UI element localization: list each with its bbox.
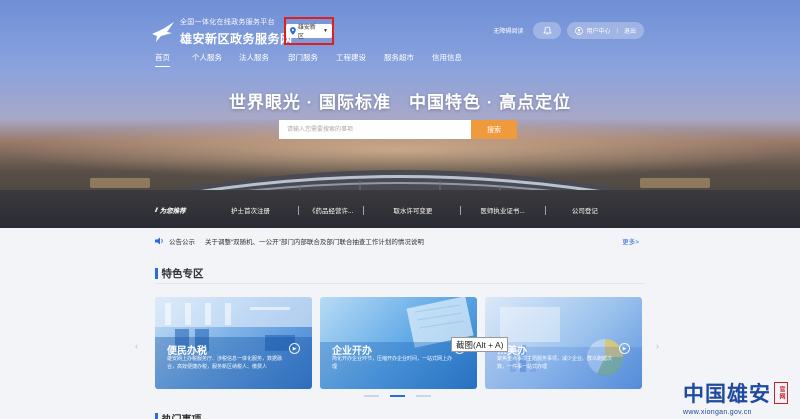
card-description: 简化开办企业环节，压缩开办企业时间，一站式网上办理	[332, 356, 453, 370]
region-label: 雄安新区	[297, 25, 316, 40]
user-menu: 用户中心 | 退出	[567, 22, 644, 39]
user-icon	[575, 26, 584, 35]
highlight-box: 雄安新区 ▼	[284, 17, 334, 45]
nav-department-services[interactable]: 部门服务	[288, 52, 318, 67]
carousel-prev-icon[interactable]: ‹	[135, 341, 138, 351]
logo-title: 雄安新区政务服务网	[180, 32, 293, 46]
site-watermark: 中国雄安 官网 www.xiongan.gov.cn	[683, 378, 788, 416]
region-selector[interactable]: 雄安新区 ▼	[286, 24, 332, 40]
site-logo[interactable]: 全国一体化在线政务服务平台 雄安新区政务服务网	[150, 17, 293, 47]
nav-engineering[interactable]: 工程建设	[336, 52, 366, 67]
city-light	[640, 178, 710, 188]
carousel-dot[interactable]	[364, 395, 379, 397]
carousel-dot[interactable]	[416, 395, 431, 397]
bell-icon	[543, 26, 552, 35]
title-accent-bar	[155, 413, 158, 419]
speaker-icon	[155, 237, 163, 245]
divider	[460, 205, 462, 215]
search-input[interactable]	[279, 120, 471, 139]
nav-credit-info[interactable]: 信用信息	[432, 52, 462, 67]
feature-card-one-thing[interactable]: …美办 聚焦重点事项主题服务事项，减少企业、群众跑腿次数，一件事一站式办理 ▶	[485, 297, 642, 389]
recommend-item[interactable]: 公司登记	[572, 205, 598, 215]
hero-banner: 全国一体化在线政务服务平台 雄安新区政务服务网 雄安新区 ▼ 无障碍阅读 用户中…	[0, 0, 800, 228]
divider	[544, 205, 546, 215]
section-title: 热门事项	[155, 411, 202, 419]
carousel-dot[interactable]	[390, 395, 405, 397]
logo-subtitle: 全国一体化在线政务服务平台	[180, 19, 275, 26]
notice-link[interactable]: 关于调整“双随机、一公开”部门内部联合及部门联合抽查工作计划的情况说明	[205, 236, 622, 246]
arrow-right-circle-icon: ▶	[619, 343, 630, 354]
carousel-next-icon[interactable]: ›	[656, 341, 659, 351]
double-slash-icon: //	[155, 206, 157, 214]
arrow-right-circle-icon: ▶	[289, 343, 300, 354]
notice-label: 公告公示	[169, 239, 195, 246]
section-title: 特色专区	[155, 266, 204, 281]
watermark-url: www.xiongan.gov.cn	[683, 409, 752, 416]
divider	[298, 205, 299, 215]
carousel-indicators	[364, 395, 442, 397]
main-nav: 首页 个人服务 法人服务 部门服务 工程建设 服务超市 信用信息	[155, 52, 462, 67]
card-description: 聚焦重点事项主题服务事项，减少企业、群众跑腿次数，一件事一站式办理	[497, 356, 613, 370]
recommend-item[interactable]: 《药品经营许...	[309, 205, 353, 215]
feature-section-title: 特色专区	[161, 268, 204, 280]
recommend-item[interactable]: 护士首次注册	[231, 205, 270, 215]
logout-link[interactable]: 退出	[624, 26, 636, 35]
location-pin-icon	[290, 27, 296, 35]
card-title: 企业开办	[332, 346, 372, 357]
more-link[interactable]: 更多>	[622, 236, 639, 246]
notice-bar: 公告公示 关于调整“双随机、一公开”部门内部联合及部门联合抽查工作计划的情况说明…	[155, 233, 639, 249]
seal-text: 官网	[778, 386, 785, 400]
city-light	[90, 178, 150, 188]
recommend-item[interactable]: 医师执业证书...	[480, 205, 524, 215]
divider: |	[616, 27, 618, 34]
chevron-down-icon: ▼	[323, 28, 328, 34]
search-bar: 搜索	[279, 120, 517, 139]
watermark-brand: 中国雄安	[683, 381, 771, 406]
nav-service-market[interactable]: 服务超市	[384, 52, 414, 67]
seal-stamp: 官网	[774, 382, 788, 404]
notification-button[interactable]	[533, 22, 562, 39]
divider	[363, 205, 365, 215]
bird-logo-icon	[152, 22, 174, 42]
recommendation-bar: // 为您推荐 护士首次注册 《药品经营许... 取水许可变更 医师执业证书..…	[155, 203, 645, 217]
nav-personal-services[interactable]: 个人服务	[192, 52, 222, 67]
nav-corporate-services[interactable]: 法人服务	[239, 52, 269, 67]
hero-slogan: 世界眼光 · 国际标准 中国特色 · 高点定位	[228, 93, 572, 112]
title-accent-bar	[155, 268, 158, 279]
nav-home[interactable]: 首页	[155, 52, 170, 67]
divider	[155, 283, 645, 284]
recommend-item[interactable]: 取水许可变更	[393, 205, 432, 215]
next-section-title: 热门事项	[162, 411, 202, 419]
user-center-link[interactable]: 用户中心	[586, 26, 610, 35]
card-description: 雄安网上办税服务厅、涉税信息一体化服务，数据融合，高效便捷办税，服务新区纳税人、…	[167, 356, 283, 370]
recommend-title: 为您推荐	[159, 208, 186, 215]
search-button[interactable]: 搜索	[471, 120, 517, 139]
accessibility-link[interactable]: 无障碍阅读	[493, 26, 523, 35]
screenshot-tooltip: 截图(Alt + A)	[451, 337, 509, 352]
feature-card-tax[interactable]: 便民办税 雄安网上办税服务厅、涉税信息一体化服务，数据融合，高效便捷办税，服务新…	[155, 297, 312, 389]
card-title: 便民办税	[167, 346, 207, 357]
